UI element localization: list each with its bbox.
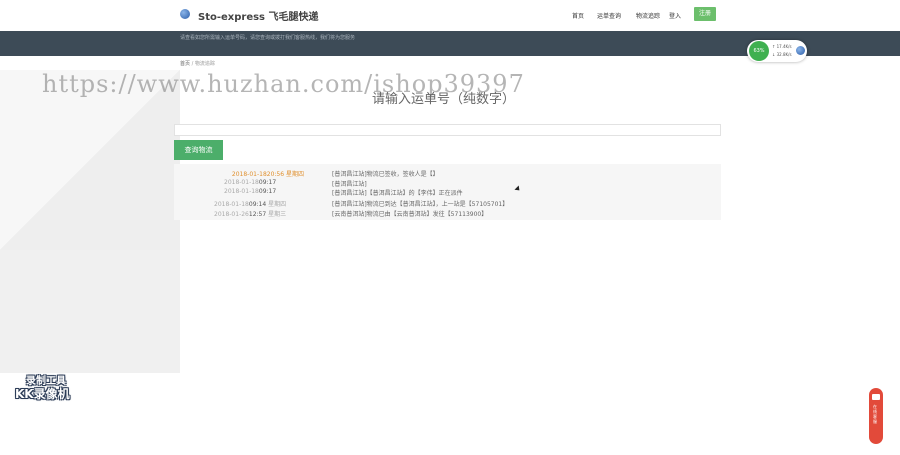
tracking-clock: 09:14 [248,201,267,208]
tracking-row: 2018-01-2612:57 星期三 [214,209,286,218]
tracking-clock: 09:17 [258,188,277,195]
tracking-weekday: 星期四 [268,201,287,208]
browser-logo-icon [796,46,805,55]
tracking-desc: [云南普洱站]物流已由【云南普洱站】发往【57113900】 [332,211,488,218]
register-button[interactable]: 注册 [694,7,716,21]
globe-logo-icon [180,9,190,19]
nav-waybill-query[interactable]: 运单查询 [597,11,621,20]
tracking-desc: [普洱昌江站] [332,181,367,188]
upload-speed: ↑ 17.4K/s [772,44,792,49]
download-speed-value: 32.8K/s [776,52,792,57]
chat-bubble-icon [872,394,880,400]
tracking-date: 2018-01-18 [224,188,259,195]
tracking-date: 2018-01-18 [214,201,249,208]
online-service-tab[interactable]: 在线客服 [869,388,883,444]
tracking-results: 2018-01-1820:56 星期四 [普洱昌江站]物流已签收，签收人是【】 … [174,164,721,220]
tracking-time: 2018-01-1809:17 [224,179,276,186]
download-speed: ↓ 32.8K/s [772,52,792,57]
tracking-number-input[interactable] [174,124,721,136]
tracking-date: 2018-01-18 [224,179,259,186]
top-navbar [0,0,900,31]
tracking-row: 2018-01-1809:17 [224,188,276,195]
tracking-row: 2018-01-1809:14 星期四 [214,199,286,208]
network-speed-widget[interactable]: 63% ↑ 17.4K/s ↓ 32.8K/s [747,40,807,62]
tracking-time: 2018-01-1809:17 [224,188,276,195]
online-service-label: 在线客服 [873,404,877,424]
nav-home[interactable]: 首页 [572,11,584,20]
tracking-time: 2018-01-1820:56 星期四 [214,169,304,178]
tracking-clock: 09:17 [258,179,277,186]
tracking-time: 2018-01-2612:57 星期三 [214,211,286,218]
tracking-desc: [普洱昌江站]物流已到达【普洱昌江站】，上一站是【57105701】 [332,201,509,208]
tracking-weekday: 星期四 [285,171,304,178]
tracking-clock: 20:56 [266,171,285,178]
upload-speed-value: 17.4K/s [776,44,792,49]
breadcrumb-separator: / [191,61,194,67]
breadcrumb: 首页 / 物流追踪 [180,60,215,67]
network-percent: 63% [749,41,769,61]
page-title: 请输入运单号（纯数字） [372,92,516,107]
breadcrumb-current: 物流追踪 [194,61,215,67]
query-logistics-button[interactable]: 查询物流 [174,140,223,160]
nav-logistics-tracking[interactable]: 物流追踪 [636,11,660,20]
tracking-desc: [普洱昌江站]【普洱昌江站】的【李伟】正在派件 [332,190,463,197]
brand-name[interactable]: Sto-express 飞毛腿快递 [198,8,319,23]
tracking-row: 2018-01-1809:17 [224,179,276,186]
tracking-row: 2018-01-1820:56 星期四 [214,169,304,178]
tracking-date: 2018-01-26 [214,211,249,218]
banner-text: 请查看如您所需输入运单号码，请您查询或拨打我们客服热线，我们将为您服务 [180,35,356,41]
tracking-date: 2018-01-18 [231,171,267,178]
breadcrumb-home[interactable]: 首页 [180,61,190,67]
tracking-clock: 12:57 [248,211,267,218]
tracking-time: 2018-01-1809:14 星期四 [214,201,286,208]
tracking-weekday: 星期三 [268,211,287,218]
recorder-label-line2: KK录像机 [15,387,70,401]
tracking-desc: [普洱昌江站]物流已签收，签收人是【】 [332,171,439,178]
nav-login[interactable]: 登入 [669,11,681,20]
